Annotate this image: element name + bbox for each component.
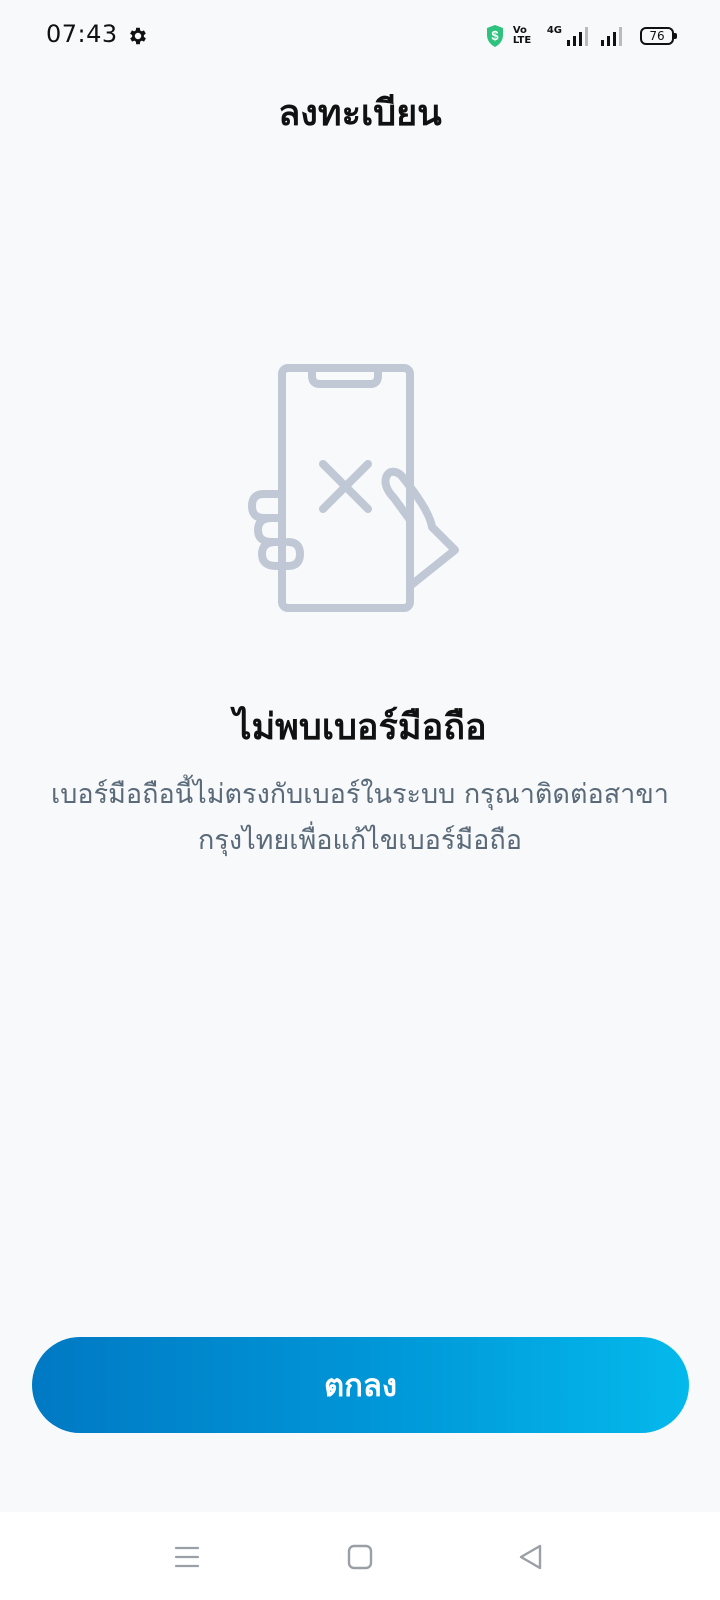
gear-icon: [130, 27, 146, 45]
ok-button[interactable]: ตกลง: [32, 1337, 689, 1433]
signal-icon: [601, 27, 622, 46]
signal-icon: [567, 27, 588, 46]
home-square-icon[interactable]: [345, 1542, 375, 1572]
registration-screen: 07:43 $ Vo LTE 4G 76 ลงทะเบียน ไม่พบเบอร…: [0, 0, 720, 1600]
phone-not-found-icon: [248, 364, 459, 612]
network-type-label: 4G: [546, 24, 562, 36]
status-time: 07:43: [46, 20, 118, 48]
shield-dollar-icon: $: [486, 25, 503, 47]
error-title: ไม่พบเบอร์มือถือ: [233, 707, 487, 748]
svg-text:$: $: [491, 28, 499, 43]
status-icons: $ Vo LTE 4G 76: [485, 22, 677, 50]
page-title: ลงทะเบียน: [278, 93, 442, 134]
volte-indicator: Vo LTE: [512, 25, 532, 46]
system-navigation-bar: [0, 1512, 720, 1600]
back-triangle-icon[interactable]: [516, 1542, 546, 1572]
status-bar: 07:43 $ Vo LTE 4G 76: [0, 0, 720, 72]
battery-level: 76: [649, 29, 665, 43]
error-message: เบอร์มือถือนี้ไม่ตรงกับเบอร์ในระบบ กรุณา…: [51, 779, 669, 856]
menu-icon[interactable]: [172, 1542, 202, 1572]
battery-icon: 76: [640, 27, 677, 45]
